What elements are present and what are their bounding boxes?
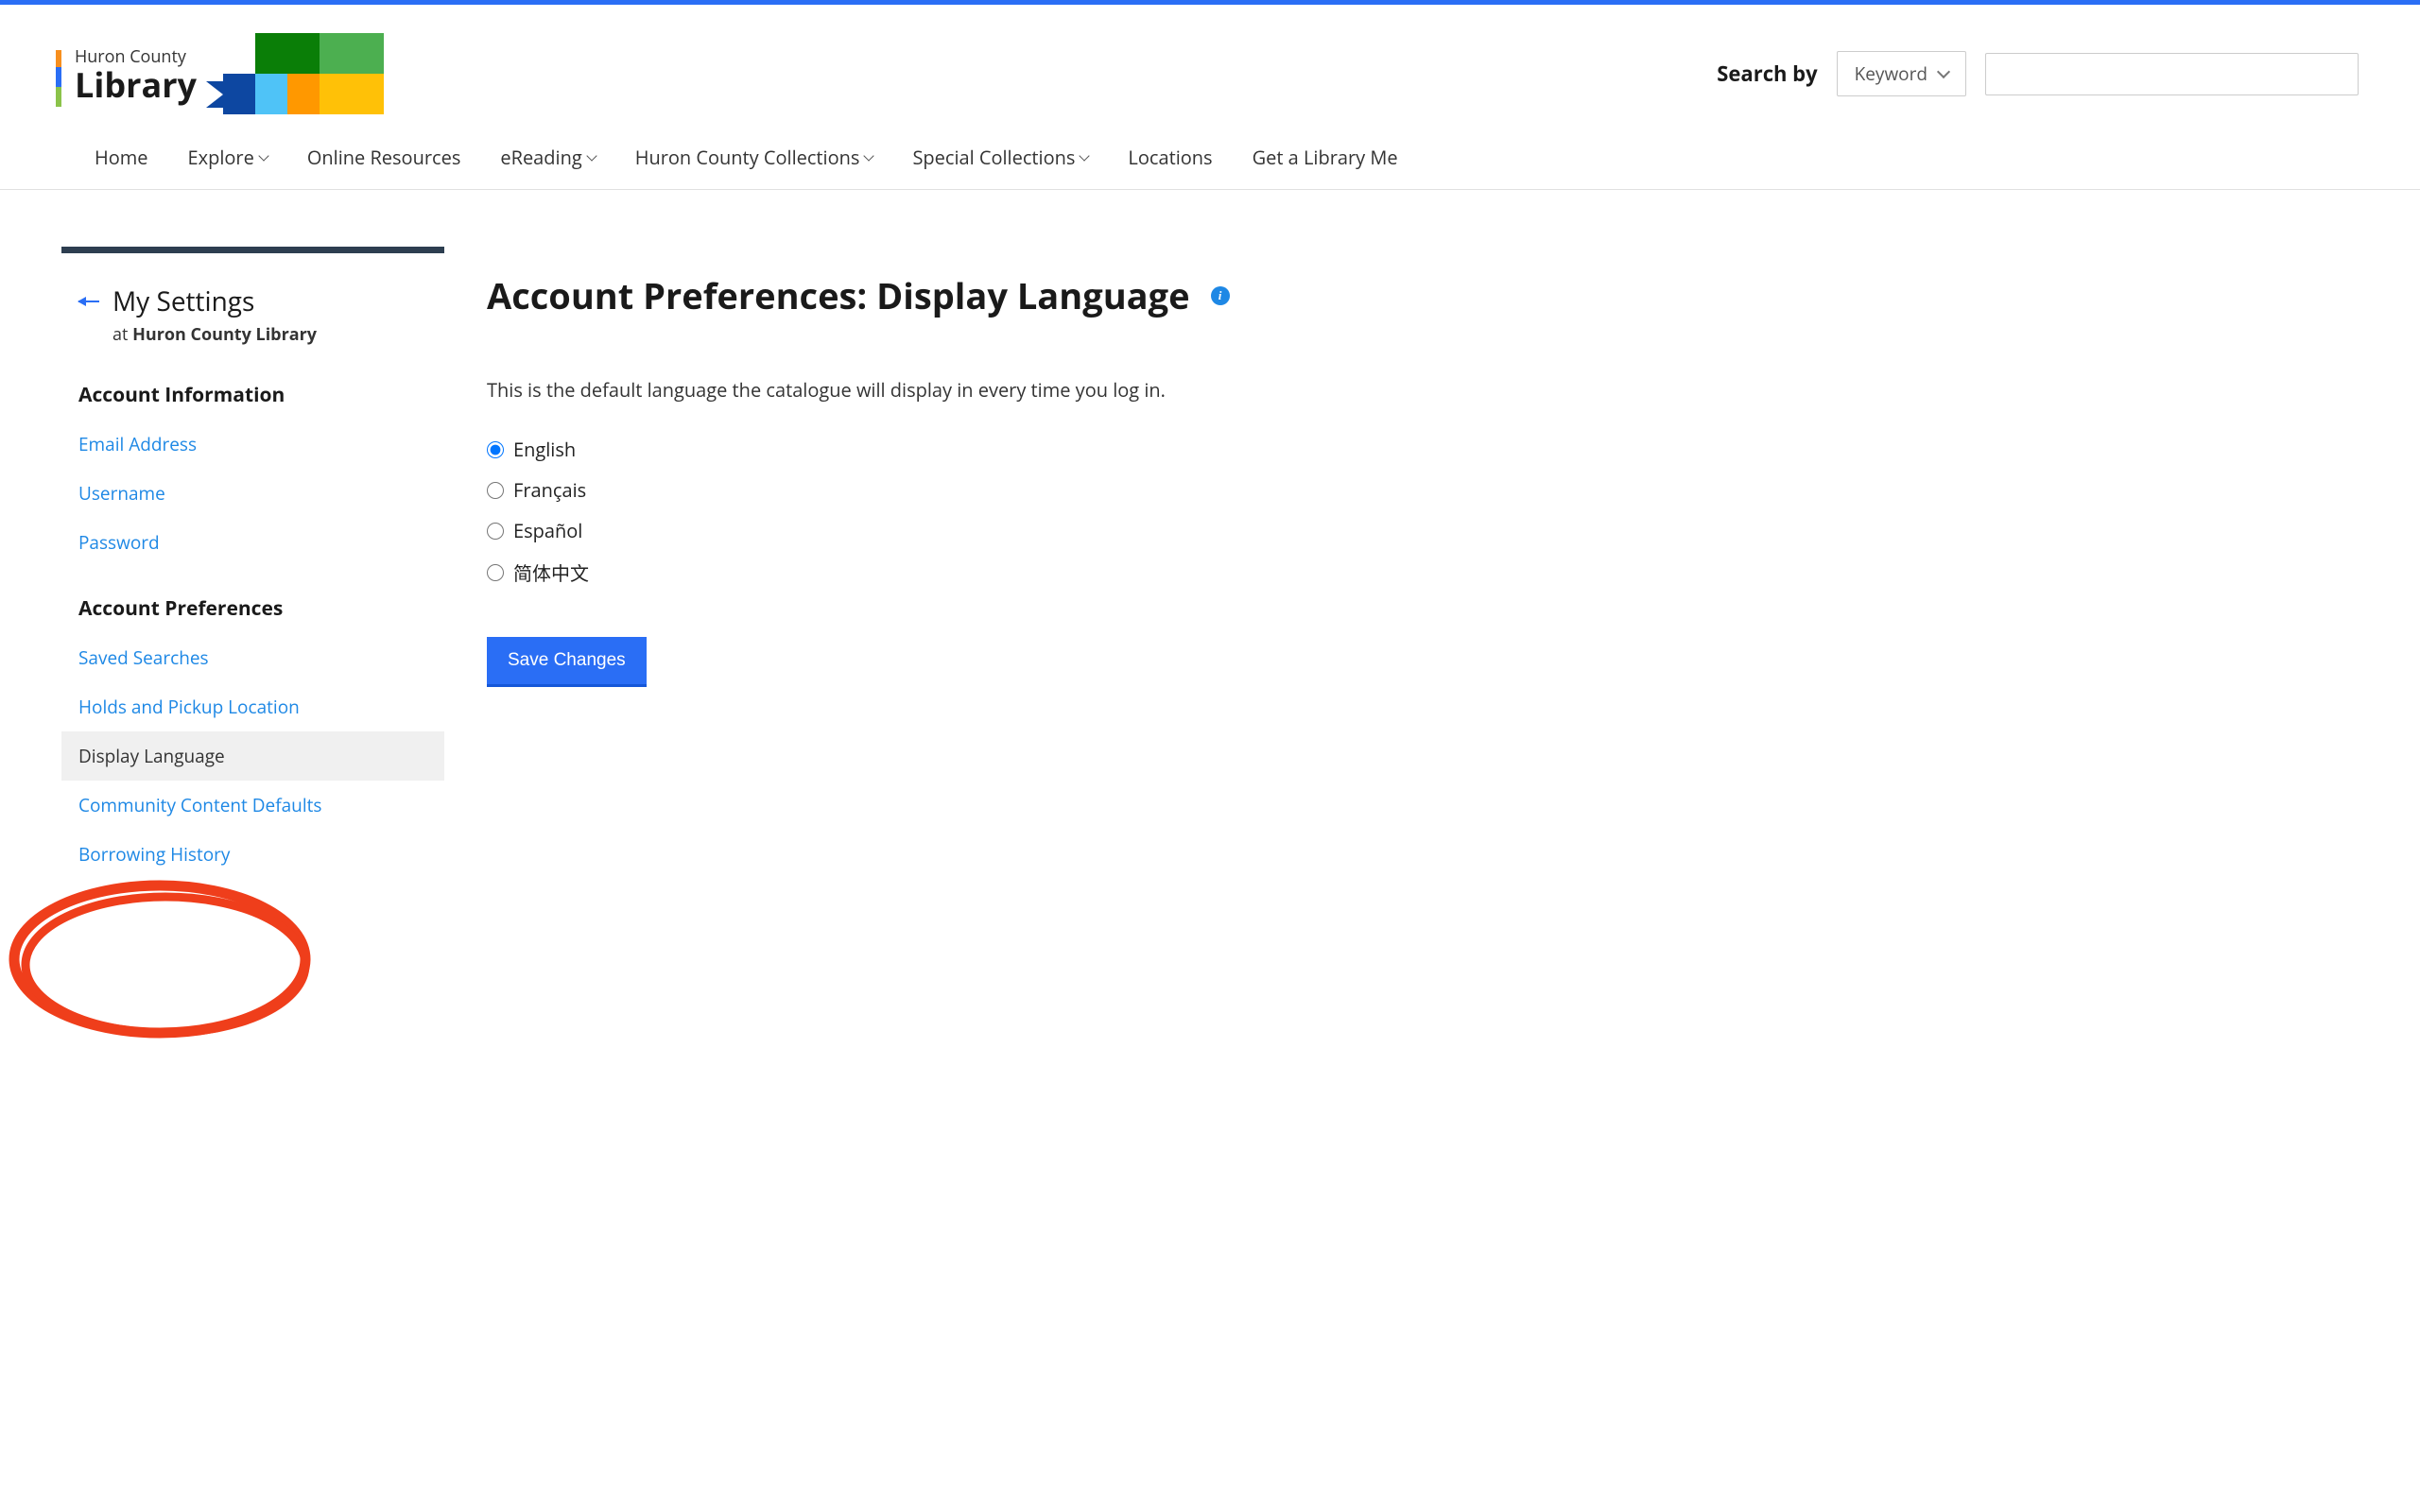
chevron-down-icon [864,150,874,161]
link-email-address[interactable]: Email Address [61,420,444,469]
settings-sidebar: My Settings at Huron County Library Acco… [61,247,444,879]
nav-home[interactable]: Home [95,145,148,170]
annotation-circle [7,874,313,1044]
nav-online-resources[interactable]: Online Resources [307,145,461,170]
link-saved-searches[interactable]: Saved Searches [61,633,444,682]
link-borrowing-history[interactable]: Borrowing History [61,830,444,879]
nav-explore[interactable]: Explore [188,145,268,170]
link-password[interactable]: Password [61,518,444,567]
link-username[interactable]: Username [61,469,444,518]
radio-chinese[interactable]: 简体中文 [487,551,2359,593]
link-holds-pickup[interactable]: Holds and Pickup Location [61,682,444,731]
logo-line-2: Library [75,68,197,102]
nav-locations[interactable]: Locations [1128,145,1212,170]
link-display-language[interactable]: Display Language [61,731,444,781]
section-account-preferences: Account Preferences [61,567,444,633]
library-logo[interactable]: Huron County Library [61,33,384,114]
chevron-down-icon [586,150,596,161]
search-by-label: Search by [1717,60,1817,88]
search-type-selected: Keyword [1855,61,1927,86]
chevron-down-icon [1080,150,1090,161]
sidebar-title: My Settings [112,284,254,319]
main-nav: Home Explore Online Resources eReading H… [0,124,2420,190]
sidebar-subtitle: at Huron County Library [112,323,427,346]
radio-input[interactable] [487,482,504,499]
save-button[interactable]: Save Changes [487,637,647,687]
chevron-down-icon [1937,65,1950,78]
arrow-left-icon [78,301,99,303]
page-description: This is the default language the catalog… [487,377,2359,403]
main-panel: Account Preferences: Display Language i … [487,247,2359,687]
nav-huron-collections[interactable]: Huron County Collections [635,145,873,170]
radio-input[interactable] [487,564,504,581]
radio-input[interactable] [487,523,504,540]
page-title: Account Preferences: Display Language i [487,271,2359,320]
link-community-content-defaults[interactable]: Community Content Defaults [61,781,444,830]
logo-stripe-icon [56,50,61,107]
section-account-information: Account Information [61,353,444,420]
chevron-down-icon [258,150,268,161]
search-type-dropdown[interactable]: Keyword [1837,51,1966,96]
nav-special-collections[interactable]: Special Collections [912,145,1088,170]
header: Huron County Library Search by Keyword [0,5,2420,124]
nav-ereading[interactable]: eReading [500,145,595,170]
nav-membership[interactable]: Get a Library Me [1253,145,1398,170]
radio-english[interactable]: English [487,429,2359,470]
back-to-settings[interactable]: My Settings [78,284,427,319]
search-input[interactable] [1985,53,2359,95]
language-radio-group: English Français Español 简体中文 [487,429,2359,593]
logo-blocks-icon [223,33,384,114]
radio-input[interactable] [487,441,504,458]
radio-espanol[interactable]: Español [487,510,2359,551]
content-area: My Settings at Huron County Library Acco… [0,190,2420,917]
info-icon[interactable]: i [1211,286,1230,305]
radio-francais[interactable]: Français [487,470,2359,510]
search-area: Search by Keyword [1717,51,2359,96]
